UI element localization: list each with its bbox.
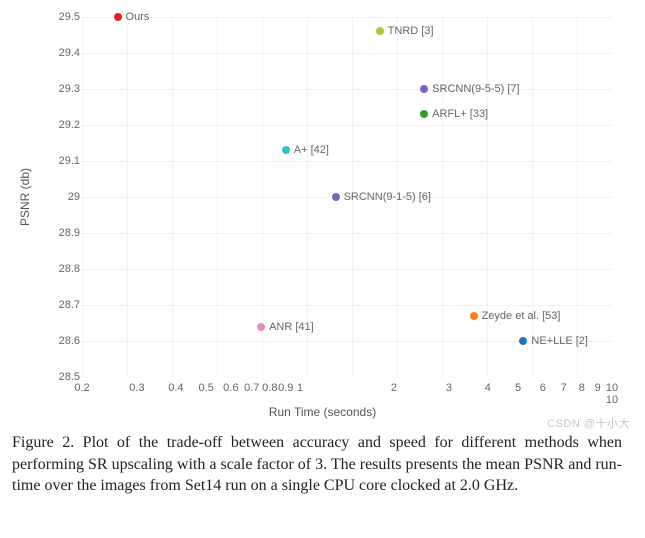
x-tick: 3 xyxy=(446,382,452,394)
data-point xyxy=(332,193,340,201)
x-tick: 0.8 xyxy=(262,382,277,394)
data-point-label: TNRD [3] xyxy=(388,25,434,37)
y-tick: 29.5 xyxy=(52,11,80,23)
x-tick: 7 xyxy=(561,382,567,394)
data-point-label: ARFL+ [33] xyxy=(432,108,488,120)
data-point xyxy=(282,146,290,154)
x-tick: 1 xyxy=(297,382,303,394)
x-tick: 4 xyxy=(485,382,491,394)
x-tick: 9 xyxy=(595,382,601,394)
data-point-label: SRCNN(9-5-5) [7] xyxy=(432,83,519,95)
data-point-label: Ours xyxy=(126,11,150,23)
figure-caption: Figure 2. Plot of the trade-off between … xyxy=(12,432,622,497)
data-point xyxy=(470,312,478,320)
y-tick: 29.1 xyxy=(52,155,80,167)
x-tick: 8 xyxy=(579,382,585,394)
data-point xyxy=(376,27,384,35)
data-point-label: Zeyde et al. [53] xyxy=(482,310,561,322)
watermark: CSDN @十小大 xyxy=(547,415,630,431)
x-tick: 0.6 xyxy=(223,382,238,394)
x-tick: 0.9 xyxy=(278,382,293,394)
data-point xyxy=(519,337,527,345)
y-tick: 29.2 xyxy=(52,119,80,131)
y-tick: 28.9 xyxy=(52,227,80,239)
x-tick: 0.7 xyxy=(244,382,259,394)
x-tick: 10 xyxy=(606,382,618,394)
x-tick: 0.5 xyxy=(198,382,213,394)
y-tick: 29.3 xyxy=(52,83,80,95)
data-point xyxy=(257,323,265,331)
data-point-label: A+ [42] xyxy=(294,144,329,156)
y-tick: 28.6 xyxy=(52,335,80,347)
data-point-label: SRCNN(9-1-5) [6] xyxy=(344,191,431,203)
data-point xyxy=(114,13,122,21)
x-axis-label: Run Time (seconds) xyxy=(269,405,376,419)
y-axis-label: PSNR (db) xyxy=(18,168,32,226)
y-tick: 29.4 xyxy=(52,47,80,59)
data-point xyxy=(420,85,428,93)
x-tick: 0.2 xyxy=(74,382,89,394)
x-tick: 2 xyxy=(391,382,397,394)
x-tick: 6 xyxy=(540,382,546,394)
data-point-label: NE+LLE [2] xyxy=(531,335,588,347)
x-tick: 0.3 xyxy=(129,382,144,394)
x-tick: 5 xyxy=(515,382,521,394)
x-tick: 0.4 xyxy=(168,382,183,394)
scatter-chart: PSNR (db) Ours TNRD [3] SRCNN(9-5-5) [7] AR… xyxy=(20,12,625,422)
y-tick: 28.8 xyxy=(52,263,80,275)
data-point xyxy=(420,110,428,118)
y-tick: 29 xyxy=(52,191,80,203)
x-tick: 10 xyxy=(606,394,618,406)
data-point-label: ANR [41] xyxy=(269,321,314,333)
y-tick: 28.7 xyxy=(52,299,80,311)
